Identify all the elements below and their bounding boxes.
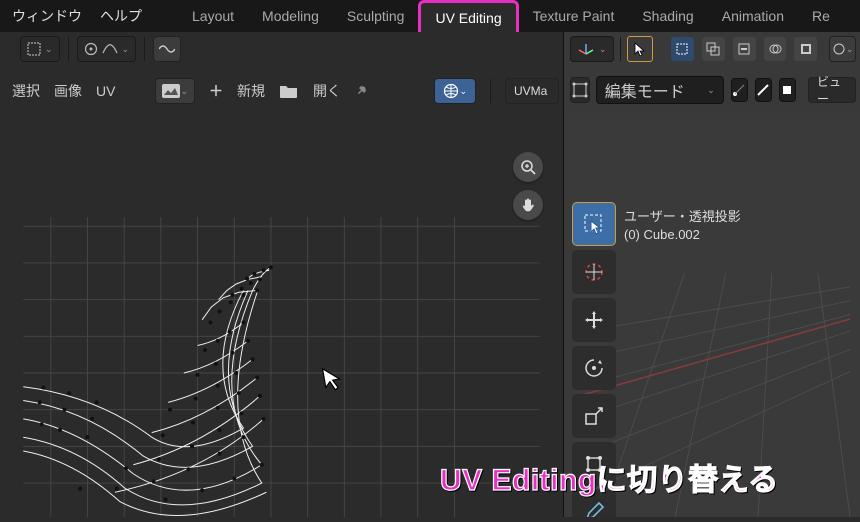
divider [490,79,491,103]
viewport-header-row1: ⌄ ⌄ [570,36,856,62]
cursor-arrow-icon [632,41,648,57]
viewport-info: ユーザー・透視投影 (0) Cube.002 [624,208,741,244]
tab-rendering[interactable]: Re [798,2,844,30]
menu-uv[interactable]: UV [96,83,115,99]
menu-select[interactable]: 選択 [12,81,40,101]
divider [68,37,69,61]
wave-icon [159,43,175,55]
divider [144,37,145,61]
orientation-dropdown[interactable]: ⌄ [570,36,614,62]
uv-sync-button[interactable] [153,36,181,62]
cursor-3d-icon [582,260,606,284]
editor-type-button[interactable] [570,77,590,103]
folder-icon [279,83,299,99]
tab-layout[interactable]: Layout [178,2,248,30]
uv-menu-row: 選択 画像 UV ⌄ ＋ 新規 開く ⌄ UVMa [6,78,559,104]
scale-icon [582,404,606,428]
menu-window[interactable]: ウィンドウ [12,6,82,26]
select-mode-intersect[interactable] [764,37,787,61]
view-label: ビュー [817,73,847,107]
gizmo-toggle[interactable]: ⌄ [829,36,856,62]
snap-dropdown[interactable]: ⌄ [20,36,60,62]
tab-shading[interactable]: Shading [628,2,707,30]
active-tool-indicator[interactable] [627,36,654,62]
new-image-button[interactable]: 新規 [237,81,265,101]
workspace-tabs: Layout Modeling Sculpting UV Editing Tex… [178,0,844,32]
tool-move[interactable] [572,298,616,342]
marker-icon [832,42,846,56]
tool-select-box[interactable] [572,202,616,246]
vertex-select-button[interactable] [731,78,748,102]
tool-scale[interactable] [572,394,616,438]
curve-icon [102,44,118,54]
uv-header-toolbar: ⌄ ⌄ [20,36,181,62]
mode-selector[interactable]: 編集モード ⌄ [596,76,724,104]
rotate-icon [582,356,606,380]
chevron-down-icon: ⌄ [122,44,130,55]
chevron-down-icon: ⌄ [180,86,188,97]
select-mode-invert[interactable] [794,37,817,61]
projection-label: ユーザー・透視投影 [624,208,741,226]
mesh-select-icon [572,82,588,98]
select-mode-extend[interactable] [702,37,725,61]
uv-editor-panel: ⌄ ⌄ 選択 画像 UV ⌄ ＋ 新規 [0,32,563,517]
uvmap-selector[interactable]: UVMa [505,78,559,104]
tab-modeling[interactable]: Modeling [248,2,333,30]
grid-icon [27,42,41,56]
tool-cursor[interactable] [572,250,616,294]
chevron-down-icon: ⌄ [459,86,467,97]
move-icon [582,308,606,332]
globe-icon [443,83,459,99]
open-image-button[interactable]: 開く [313,81,341,101]
uvmap-label: UVMa [514,84,547,98]
divider [620,37,621,61]
image-icon [162,84,180,98]
image-browse-button[interactable]: ⌄ [155,78,195,104]
pencil-icon [582,500,606,517]
menu-image[interactable]: 画像 [54,81,82,101]
face-select-button[interactable] [779,78,796,102]
axes-icon [577,42,595,56]
chevron-down-icon: ⌄ [707,85,715,96]
top-menu-bar: ウィンドウ ヘルプ Layout Modeling Sculpting UV E… [0,0,860,32]
viewport-header-row2: 編集モード ⌄ ビュー [570,76,856,104]
3d-viewport-panel: ⌄ ⌄ 編集モード ⌄ [563,32,860,517]
view-menu[interactable]: ビュー [808,77,856,103]
select-mode-subtract[interactable] [733,37,756,61]
plus-icon[interactable]: ＋ [209,84,223,98]
overlay-globe-button[interactable]: ⌄ [434,78,476,104]
falloff-dropdown[interactable]: ⌄ [77,36,137,62]
tab-uv-editing[interactable]: UV Editing [418,0,518,32]
tab-texture-paint[interactable]: Texture Paint [519,2,629,30]
tab-animation[interactable]: Animation [708,2,798,30]
chevron-down-icon: ⌄ [846,44,854,55]
object-name-label: (0) Cube.002 [624,226,741,244]
menu-help[interactable]: ヘルプ [100,6,142,26]
mode-label: 編集モード [605,78,685,102]
select-box-icon [582,212,606,236]
proportional-icon [84,42,98,56]
pin-icon[interactable] [355,82,371,101]
select-mode-box[interactable] [671,37,694,61]
chevron-down-icon: ⌄ [599,44,607,55]
chevron-down-icon: ⌄ [45,44,53,55]
edge-select-button[interactable] [755,78,772,102]
tool-rotate[interactable] [572,346,616,390]
annotation-callout: UV Editingに切り替える [440,455,779,499]
tab-sculpting[interactable]: Sculpting [333,2,419,30]
